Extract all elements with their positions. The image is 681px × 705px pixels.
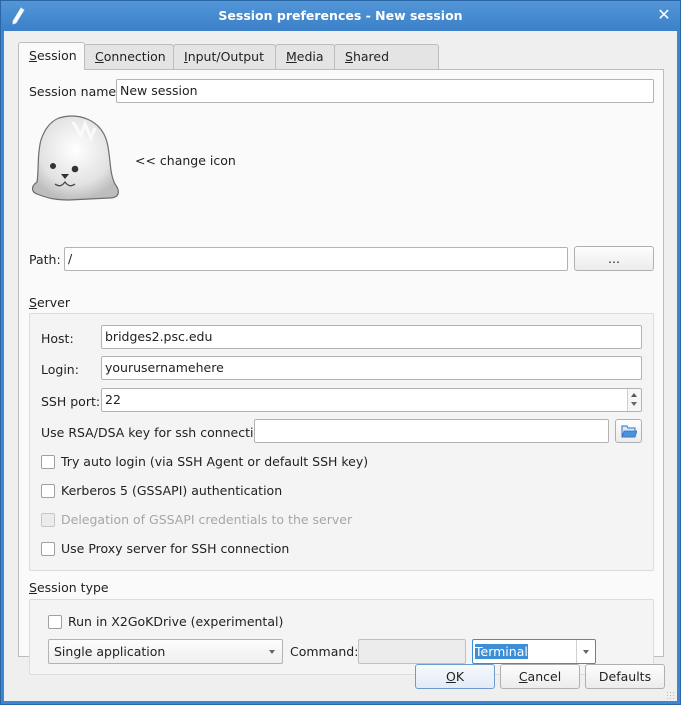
tab-label: ession xyxy=(36,48,77,63)
folder-open-icon xyxy=(621,425,637,438)
ok-accel: O xyxy=(445,669,456,684)
path-input[interactable]: / xyxy=(64,247,568,271)
server-title-accel: S xyxy=(29,295,37,310)
kdrive-label[interactable]: Run in X2GoKDrive (experimental) xyxy=(68,614,283,629)
ok-rest: K xyxy=(455,669,465,684)
session-type-title-rest: ession type xyxy=(36,580,109,595)
ssh-port-label: SSH port: xyxy=(41,394,101,409)
tab-label: nput/Output xyxy=(187,49,264,64)
defaults-button[interactable]: Defaults xyxy=(585,664,665,689)
login-label: Login: xyxy=(41,362,79,377)
cancel-button[interactable]: Cancel xyxy=(500,664,580,689)
auto-login-label[interactable]: Try auto login (via SSH Agent or default… xyxy=(61,454,368,469)
session-tab-panel: Session name: New session << change icon… xyxy=(18,69,664,675)
tab-accel: S xyxy=(29,48,37,63)
resize-grip[interactable] xyxy=(666,691,674,699)
close-button[interactable]: ✕ xyxy=(656,6,672,24)
tab-media[interactable]: Media xyxy=(275,44,335,69)
combo-divider xyxy=(576,640,577,663)
session-seal-icon[interactable] xyxy=(29,114,125,204)
dialog-body: Session Connection Input/Output Media Sh… xyxy=(4,31,677,701)
proxy-checkbox[interactable] xyxy=(41,542,55,556)
window-title: Session preferences - New session xyxy=(218,8,463,23)
server-title-rest: erver xyxy=(36,295,70,310)
kerberos-label[interactable]: Kerberos 5 (GSSAPI) authentication xyxy=(61,483,282,498)
tab-input-output[interactable]: Input/Output xyxy=(173,44,276,69)
tab-connection[interactable]: Connection xyxy=(84,44,174,69)
ssh-key-browse-button[interactable] xyxy=(615,419,642,443)
proxy-label[interactable]: Use Proxy server for SSH connection xyxy=(61,541,289,556)
session-type-select[interactable]: Single application xyxy=(48,639,283,664)
ssh-port-value: 22 xyxy=(105,392,121,407)
kerberos-checkbox[interactable] xyxy=(41,484,55,498)
login-input[interactable]: yourusernamehere xyxy=(101,356,642,380)
kdrive-checkbox[interactable] xyxy=(48,615,62,629)
spin-down-icon[interactable] xyxy=(631,402,637,406)
change-icon-link[interactable]: << change icon xyxy=(135,153,236,168)
application-value[interactable]: Terminal xyxy=(475,644,528,659)
session-type-group-title: Session type xyxy=(29,580,109,595)
command-label: Command: xyxy=(290,644,359,659)
server-group-title: Server xyxy=(29,295,70,310)
host-input[interactable]: bridges2.psc.edu xyxy=(101,325,642,349)
ssh-port-stepper[interactable] xyxy=(627,389,641,411)
session-preferences-dialog: Session preferences - New session ✕ Sess… xyxy=(0,0,681,705)
server-group: Host: bridges2.psc.edu Login: youruserna… xyxy=(29,313,654,571)
gssapi-delegation-label: Delegation of GSSAPI credentials to the … xyxy=(61,512,353,527)
spin-up-icon[interactable] xyxy=(631,393,637,397)
host-label: Host: xyxy=(41,331,74,346)
path-browse-button[interactable]: ... xyxy=(574,246,654,271)
gssapi-delegation-checkbox xyxy=(41,513,55,527)
tab-accel: C xyxy=(95,49,104,64)
auto-login-checkbox[interactable] xyxy=(41,455,55,469)
application-combo[interactable]: Terminal xyxy=(472,639,596,664)
tab-label: onnection xyxy=(103,49,166,64)
session-name-label: Session name: xyxy=(29,84,121,99)
tab-label: edia xyxy=(296,49,324,64)
tab-accel: M xyxy=(286,49,297,64)
ok-button[interactable]: OK xyxy=(415,664,495,689)
title-bar[interactable]: Session preferences - New session ✕ xyxy=(1,1,680,31)
ssh-key-input[interactable] xyxy=(254,419,609,443)
command-input[interactable] xyxy=(358,639,466,664)
chevron-down-icon[interactable] xyxy=(583,650,589,654)
cancel-accel: C xyxy=(518,669,528,684)
path-label: Path: xyxy=(29,252,61,267)
ssh-key-label: Use RSA/DSA key for ssh connection: xyxy=(41,425,274,440)
ssh-port-spinbox[interactable]: 22 xyxy=(101,388,642,412)
session-type-value: Single application xyxy=(54,644,166,659)
session-name-input[interactable]: New session xyxy=(116,79,654,103)
cancel-rest: ancel xyxy=(527,669,562,684)
tab-session[interactable]: Session xyxy=(18,42,85,70)
session-type-title-accel: S xyxy=(29,580,37,595)
tab-shared-folders[interactable]: Shared folders xyxy=(334,44,439,88)
chevron-down-icon xyxy=(269,650,275,654)
tab-accel: S xyxy=(345,49,353,64)
